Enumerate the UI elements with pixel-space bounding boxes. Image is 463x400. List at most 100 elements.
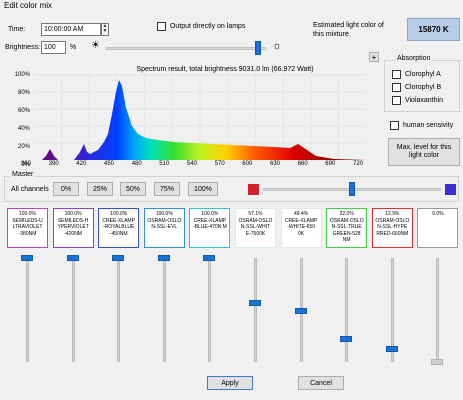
channel-card: 0.0% xyxy=(417,208,459,248)
channel-slider-thumb[interactable] xyxy=(21,255,33,261)
output-lamps-label: Output directly on lamps xyxy=(169,23,246,31)
time-label: Time: xyxy=(8,26,26,33)
brightness-slider-track[interactable] xyxy=(106,47,266,50)
x-tick: 570 xyxy=(214,161,225,167)
checkbox-box[interactable] xyxy=(392,96,401,105)
channel-slider-thumb[interactable] xyxy=(203,255,216,261)
max-level-button[interactable]: Max. level for this light color xyxy=(388,138,460,166)
channel-slider-track[interactable] xyxy=(254,258,257,362)
channel-slider-thumb[interactable] xyxy=(66,255,79,261)
spectrum-chart xyxy=(34,74,366,160)
channel-slider-track[interactable] xyxy=(436,258,440,362)
x-tick: 450 xyxy=(104,161,115,167)
human-sensitivity-checkbox[interactable]: human sensivity xyxy=(390,121,453,130)
channel-name: CREE-XLAMP -WHITE-650 0K xyxy=(284,217,318,237)
channel-name: SEMILEDS-U LTRAVIOLET -380NM xyxy=(12,217,43,237)
checkbox-box[interactable] xyxy=(157,22,166,31)
absorption-item-label: Violaxanthin xyxy=(404,97,443,105)
master-end-swatch xyxy=(445,184,456,195)
preset-75-button[interactable]: 75% xyxy=(154,182,180,196)
channel-slider-track[interactable] xyxy=(117,258,121,362)
channel-card: 100.0% SEMILEDS-H YPERVIOLET -420NM xyxy=(52,208,94,248)
x-tick: 630 xyxy=(270,161,281,167)
channel-name: OSRAM-OSLO N-SSL-TRUE GREEN-528 NM xyxy=(329,217,364,244)
channel-slider-track[interactable] xyxy=(26,258,29,362)
channel-slider-thumb[interactable] xyxy=(385,345,398,352)
spectrum-x-axis: 360 390 420 450 480 510 540 570 600 630 … xyxy=(21,161,367,171)
preset-50-button[interactable]: 50% xyxy=(120,182,146,196)
x-tick: 600 xyxy=(242,161,253,167)
x-tick: 540 xyxy=(187,161,198,167)
add-button[interactable]: + xyxy=(369,52,379,62)
x-tick: 420 xyxy=(76,161,87,167)
channel-name: CREE-XLAMP -BLUE-470N M xyxy=(192,217,227,231)
estimated-color-value: 15870 K xyxy=(407,18,460,41)
apply-button[interactable]: Apply xyxy=(207,376,253,390)
channel-slider-thumb[interactable] xyxy=(431,359,444,365)
channel-card: 22.0% OSRAM-OSLO N-SSL-TRUE GREEN-528 NM xyxy=(326,208,368,248)
x-tick: 390 xyxy=(48,161,59,167)
channel-card: 100.0% CREE-XLAMP -ROYALBLUE -450NM xyxy=(98,208,140,248)
sun-bright-icon: ☼ xyxy=(272,40,283,52)
brightness-input[interactable]: 100 xyxy=(41,41,66,54)
sun-dim-icon: ☀ xyxy=(91,40,100,51)
master-start-swatch xyxy=(248,184,259,195)
master-slider-thumb[interactable] xyxy=(349,182,355,196)
channel-percent: 0.0% xyxy=(432,211,444,217)
channel-card: 100.0% SEMILEDS-U LTRAVIOLET -380NM xyxy=(7,208,48,248)
preset-0-button[interactable]: 0% xyxy=(53,182,79,196)
x-tick: 510 xyxy=(159,161,170,167)
channel-name: CREE-XLAMP -ROYALBLUE -450NM xyxy=(102,217,135,237)
channel-slider-track[interactable] xyxy=(162,258,166,362)
channel-slider-track[interactable] xyxy=(71,258,75,362)
absorption-item[interactable]: Violaxanthin xyxy=(392,96,443,105)
channel-card: 49.4% CREE-XLAMP -WHITE-650 0K xyxy=(280,208,322,248)
absorption-item-label: Clorophyl B xyxy=(404,84,442,92)
brightness-unit: % xyxy=(70,44,77,51)
master-title: Master xyxy=(10,171,36,178)
checkbox-box[interactable] xyxy=(392,83,401,92)
channel-slider-track[interactable] xyxy=(345,258,349,362)
y-tick: 80% xyxy=(17,90,30,96)
x-tick: 360 xyxy=(21,161,32,167)
channel-card: 57.1% OSRAM-OSLO N-SSL-WHIT E-7500K xyxy=(235,208,276,248)
y-tick: 60% xyxy=(17,108,30,114)
y-tick: 20% xyxy=(17,144,30,150)
output-lamps-checkbox[interactable]: Output directly on lamps xyxy=(157,22,245,31)
channel-slider-thumb[interactable] xyxy=(294,307,307,314)
channel-name: OSRAM-OSLO N-SSL-EVL xyxy=(147,217,182,231)
y-tick: 40% xyxy=(17,126,30,132)
cancel-button[interactable]: Cancel xyxy=(298,376,344,390)
checkbox-box[interactable] xyxy=(392,70,401,79)
channel-name: SEMILEDS-H YPERVIOLET -420NM xyxy=(57,217,89,237)
channel-slider-thumb[interactable] xyxy=(340,336,353,343)
absorption-item[interactable]: Clorophyl B xyxy=(392,83,441,92)
preset-25-button[interactable]: 25% xyxy=(87,182,113,196)
human-sensitivity-label: human sensivity xyxy=(402,122,454,130)
time-spinner[interactable]: ▲ ▼ xyxy=(101,23,109,36)
estimated-label: Estimated light color of this mixture xyxy=(313,22,384,38)
channel-card: 12.9% OSRAM-OSLO N-SSL-HYPE RRED-660NM xyxy=(371,208,413,248)
brightness-label: Brightness: xyxy=(5,44,41,51)
channel-slider-track[interactable] xyxy=(208,258,212,362)
absorption-item-label: Clorophyl A xyxy=(404,71,441,79)
x-tick: 480 xyxy=(131,161,142,167)
channel-slider-thumb[interactable] xyxy=(249,299,261,306)
channel-name: OSRAM-OSLO N-SSL-HYPE RRED-660NM xyxy=(375,217,410,237)
channel-card: 100.0% OSRAM-OSLO N-SSL-EVL xyxy=(143,208,185,248)
preset-100-button[interactable]: 100% xyxy=(188,182,218,196)
time-input[interactable]: 10:00:00 AM xyxy=(41,23,101,36)
window-title: Edit color mix xyxy=(4,1,53,10)
x-tick: 660 xyxy=(297,161,308,167)
y-tick: 100% xyxy=(14,72,30,78)
spectrum-title: Spectrum result, total brightness 9031.0… xyxy=(136,66,314,73)
absorption-item[interactable]: Clorophyl A xyxy=(392,70,441,79)
all-channels-label: All channels xyxy=(11,186,49,193)
spin-down-icon[interactable]: ▼ xyxy=(102,29,108,34)
brightness-slider-thumb[interactable] xyxy=(255,41,261,55)
x-tick: 690 xyxy=(325,161,336,167)
checkbox-box[interactable] xyxy=(390,121,399,130)
channel-slider-thumb[interactable] xyxy=(157,255,170,261)
channel-slider-thumb[interactable] xyxy=(112,255,125,261)
x-tick: 720 xyxy=(353,161,364,167)
